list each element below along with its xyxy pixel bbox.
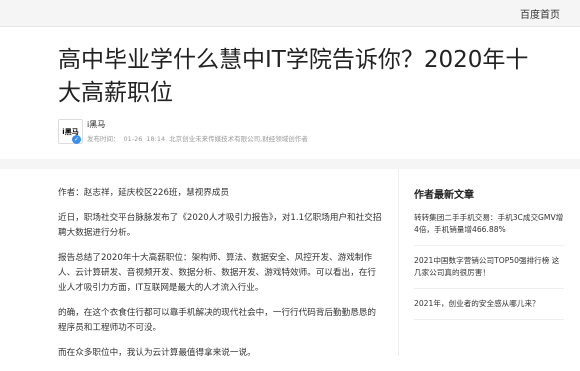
article-paragraph: 的确，在这个衣食住行都可以靠手机解决的现代社会中，一行行代码背后勤勤恳恳的程序员…	[58, 308, 376, 333]
sidebar-article-link[interactable]: 2021中国数字营销公司TOP50强排行榜 这几家公司真的很厉害！	[414, 255, 564, 289]
publish-date: 01-26	[123, 135, 143, 143]
article-title: 高中毕业学什么慧中IT学院告诉你？2020年十大高薪职位	[58, 47, 529, 106]
article-paragraph: 而在众多职位中，我认为云计算最值得拿来说一说。	[58, 348, 256, 358]
author-org: 北京创业未来传媒技术有限公司,财经领域创作者	[169, 135, 308, 143]
verified-icon: ✓	[72, 135, 81, 144]
sidebar-article-link[interactable]: 2021年，创业者的安全感从哪儿来？	[414, 298, 564, 320]
sidebar-article-link[interactable]: 转转集团二手手机交易：手机3C成交GMV增4倍，手机销量增466.88%	[414, 212, 564, 246]
article-paragraph: 近日，职场社交平台脉脉发布了《2020人才吸引力报告》，对1.1亿职场用户和社交…	[58, 213, 382, 238]
publish-label: 发布时间：	[87, 135, 120, 143]
article-paragraph: 作者：赵志祥，延庆校区226班，慧视界成员	[58, 188, 230, 198]
article-paragraph: 报告总结了2020年十大高薪职位：架构师、算法、数据安全、风控开发、游戏制作人、…	[58, 253, 376, 293]
author-name[interactable]: i黑马	[87, 119, 105, 130]
top-bar: 百度首页	[0, 0, 580, 27]
sidebar-heading: 作者最新文章	[414, 190, 474, 201]
article-body: 作者：赵志祥，延庆校区226班，慧视界成员 近日，职场社交平台脉脉发布了《202…	[58, 186, 383, 371]
publish-time: 18:14	[146, 135, 166, 143]
column-divider	[398, 169, 399, 356]
author-latest-articles: 作者最新文章 转转集团二手手机交易：手机3C成交GMV增4倍，手机销量增466.…	[414, 186, 564, 329]
author-info: i黑马 ✓ i黑马 发布时间： 01-26 18:14 北京创业未来传媒技术有限公司,…	[58, 119, 458, 149]
section-divider	[0, 159, 580, 169]
baidu-home-link[interactable]: 百度首页	[520, 6, 560, 21]
publish-meta: 发布时间： 01-26 18:14 北京创业未来传媒技术有限公司,财经领域创作者	[87, 133, 312, 143]
